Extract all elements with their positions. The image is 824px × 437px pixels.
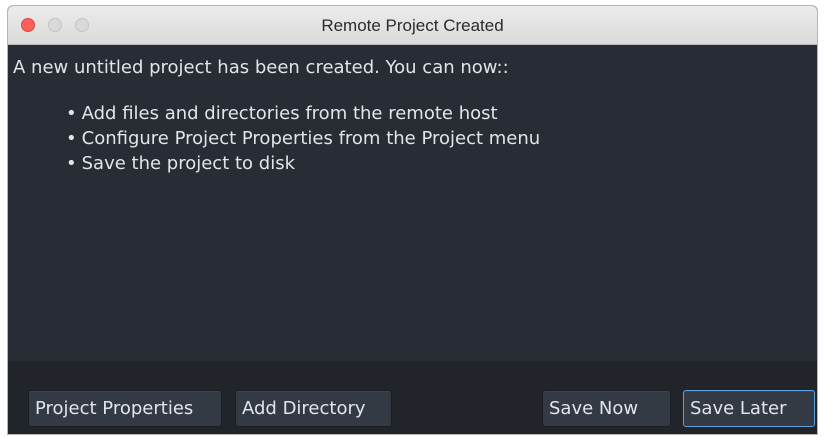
list-item: Save the project to disk	[66, 151, 540, 176]
add-directory-button[interactable]: Add Directory	[235, 390, 392, 427]
window-title: Remote Project Created	[321, 16, 504, 35]
button-bar: Project Properties Add Directory Save No…	[8, 361, 817, 434]
message-area: A new untitled project has been created.…	[8, 45, 817, 361]
message-intro: A new untitled project has been created.…	[13, 57, 509, 78]
list-item: Add files and directories from the remot…	[66, 101, 540, 126]
save-later-button[interactable]: Save Later	[683, 390, 815, 427]
save-now-button[interactable]: Save Now	[542, 390, 671, 427]
list-item: Configure Project Properties from the Pr…	[66, 126, 541, 151]
title-bar: Remote Project Created	[8, 6, 817, 45]
project-properties-button[interactable]: Project Properties	[28, 390, 222, 427]
action-list: Add files and directories from the remot…	[66, 101, 541, 176]
dialog-window: Remote Project Created A new untitled pr…	[8, 6, 817, 434]
